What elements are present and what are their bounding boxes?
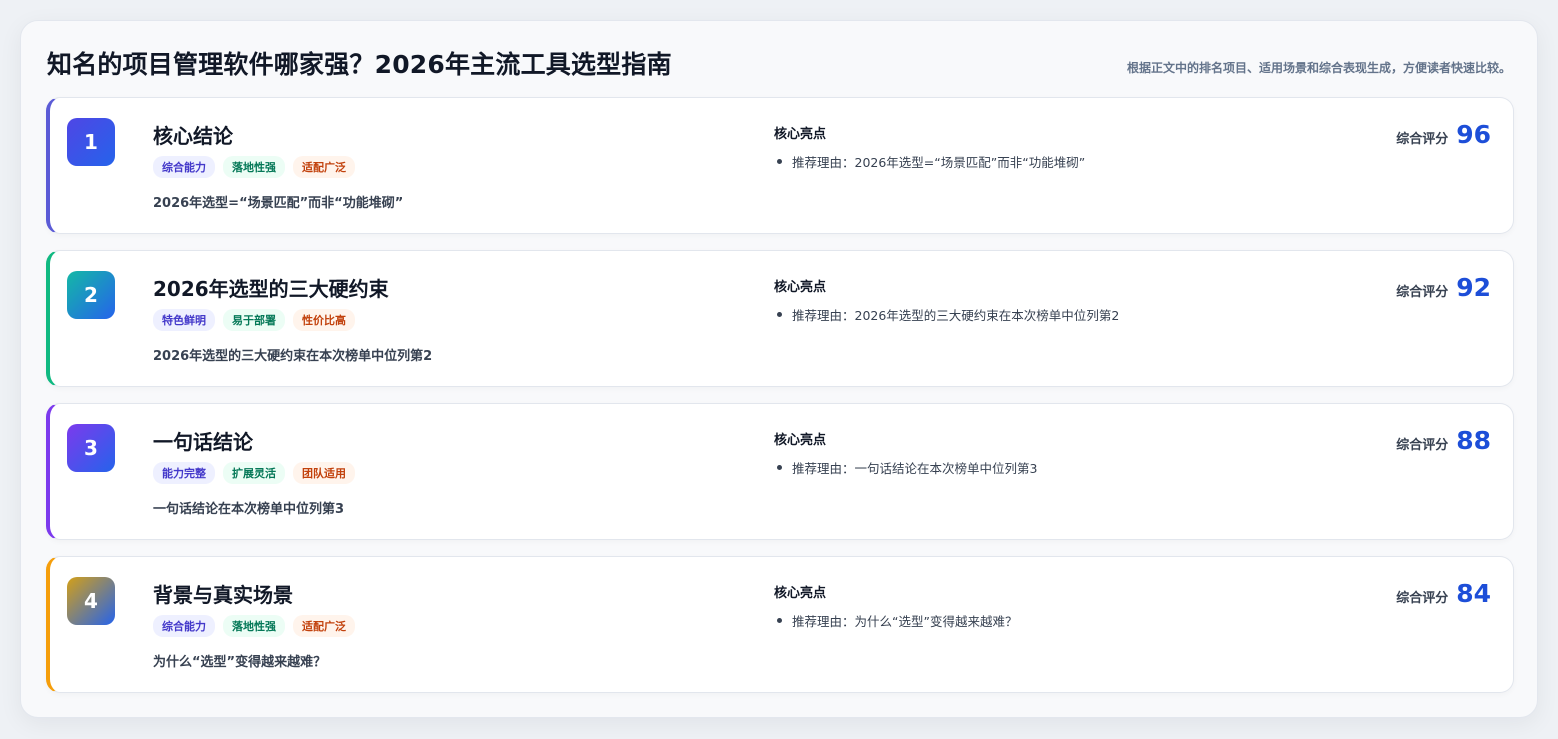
tag: 综合能力 xyxy=(153,156,215,178)
tag: 适配广泛 xyxy=(293,615,355,637)
card-title: 背景与真实场景 xyxy=(153,583,293,607)
ranking-panel: 知名的项目管理软件哪家强？2026年主流工具选型指南 根据正文中的排名项目、适用… xyxy=(20,20,1538,718)
ranking-card-3: 3 一句话结论 能力完整 扩展灵活 团队适用 一句话结论在本次榜单中位列第3 核… xyxy=(46,403,1514,540)
rank-badge: 2 xyxy=(67,271,115,319)
highlight-heading: 核心亮点 xyxy=(774,586,827,601)
highlight-item: 推荐理由：为什么“选型”变得越来越难？ xyxy=(776,611,1017,630)
page-title: 知名的项目管理软件哪家强？2026年主流工具选型指南 xyxy=(47,50,672,79)
rank-badge: 4 xyxy=(67,577,115,625)
card-title: 一句话结论 xyxy=(153,430,253,454)
score-label: 综合评分 xyxy=(1396,285,1449,300)
highlight-item: 推荐理由：一句话结论在本次榜单中位列第3 xyxy=(776,458,1037,477)
tag: 性价比高 xyxy=(293,309,355,331)
score-value: 92 xyxy=(1456,273,1491,302)
ranking-card-2: 2 2026年选型的三大硬约束 特色鲜明 易于部署 性价比高 2026年选型的三… xyxy=(46,250,1514,387)
tag: 能力完整 xyxy=(153,462,215,484)
highlight-heading: 核心亮点 xyxy=(774,280,827,295)
highlight-item: 推荐理由：2026年选型的三大硬约束在本次榜单中位列第2 xyxy=(776,305,1119,324)
ranking-card-1: 1 核心结论 综合能力 落地性强 适配广泛 2026年选型=“场景匹配”而非“功… xyxy=(46,97,1514,234)
tag: 落地性强 xyxy=(223,156,285,178)
page-note: 根据正文中的排名项目、适用场景和综合表现生成，方便读者快速比较。 xyxy=(1126,61,1511,75)
rank-badge: 1 xyxy=(67,118,115,166)
score-value: 96 xyxy=(1456,120,1491,149)
tag-list: 能力完整 扩展灵活 团队适用 xyxy=(153,462,355,484)
score-block: 综合评分 92 xyxy=(1396,273,1491,302)
card-summary: 为什么“选型”变得越来越难？ xyxy=(153,655,327,670)
score-value: 84 xyxy=(1456,579,1491,608)
tag: 综合能力 xyxy=(153,615,215,637)
tag: 落地性强 xyxy=(223,615,285,637)
tag: 适配广泛 xyxy=(293,156,355,178)
tag: 易于部署 xyxy=(223,309,285,331)
rank-badge: 3 xyxy=(67,424,115,472)
tag: 特色鲜明 xyxy=(153,309,215,331)
card-summary: 2026年选型的三大硬约束在本次榜单中位列第2 xyxy=(153,349,433,364)
score-block: 综合评分 84 xyxy=(1396,579,1491,608)
tag: 扩展灵活 xyxy=(223,462,285,484)
score-block: 综合评分 96 xyxy=(1396,120,1491,149)
highlight-heading: 核心亮点 xyxy=(774,433,827,448)
ranking-card-4: 4 背景与真实场景 综合能力 落地性强 适配广泛 为什么“选型”变得越来越难？ … xyxy=(46,556,1514,693)
tag-list: 综合能力 落地性强 适配广泛 xyxy=(153,156,355,178)
score-label: 综合评分 xyxy=(1396,591,1449,606)
tag-list: 特色鲜明 易于部署 性价比高 xyxy=(153,309,355,331)
highlight-heading: 核心亮点 xyxy=(774,127,827,142)
score-label: 综合评分 xyxy=(1396,438,1449,453)
ranking-list: 1 核心结论 综合能力 落地性强 适配广泛 2026年选型=“场景匹配”而非“功… xyxy=(46,97,1514,709)
card-title: 核心结论 xyxy=(153,124,233,148)
highlight-item: 推荐理由：2026年选型=“场景匹配”而非“功能堆砌” xyxy=(776,152,1085,171)
score-value: 88 xyxy=(1456,426,1491,455)
score-block: 综合评分 88 xyxy=(1396,426,1491,455)
card-summary: 一句话结论在本次榜单中位列第3 xyxy=(153,502,345,517)
tag: 团队适用 xyxy=(293,462,355,484)
panel-header: 知名的项目管理软件哪家强？2026年主流工具选型指南 根据正文中的排名项目、适用… xyxy=(47,45,1511,85)
card-summary: 2026年选型=“场景匹配”而非“功能堆砌” xyxy=(153,196,404,211)
score-label: 综合评分 xyxy=(1396,132,1449,147)
tag-list: 综合能力 落地性强 适配广泛 xyxy=(153,615,355,637)
card-title: 2026年选型的三大硬约束 xyxy=(153,277,389,301)
